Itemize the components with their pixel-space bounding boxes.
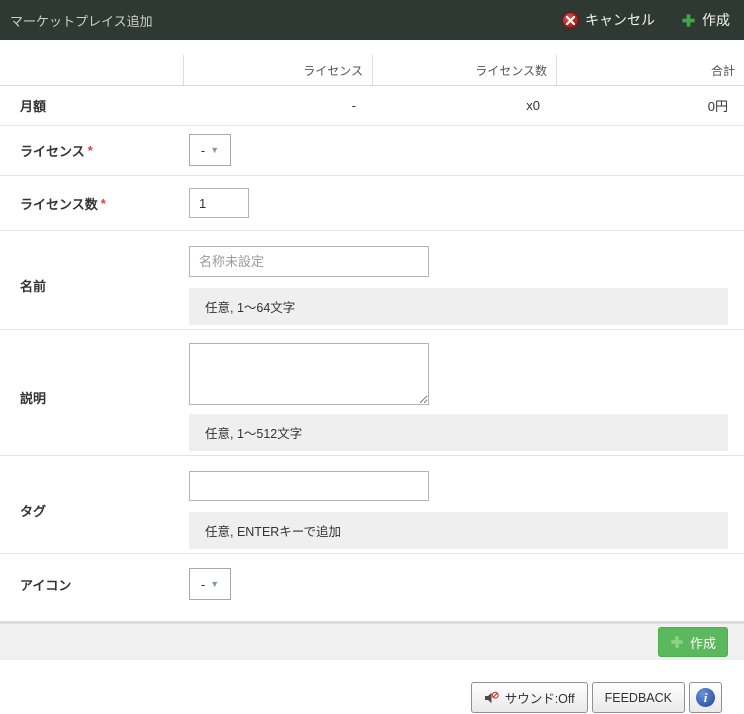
chevron-down-icon: ▼ bbox=[210, 580, 219, 589]
monthly-price-label: 月額 bbox=[0, 96, 183, 115]
cancel-button-label: キャンセル bbox=[585, 10, 655, 30]
create-button-bottom[interactable]: 作成 bbox=[658, 627, 728, 657]
license-count-label-text: ライセンス数 bbox=[20, 194, 98, 213]
license-count-row: ライセンス数* bbox=[0, 175, 744, 231]
page-footer: サウンド:Off FEEDBACK i bbox=[0, 660, 744, 714]
info-icon: i bbox=[696, 688, 715, 707]
cancel-x-icon bbox=[562, 12, 579, 29]
monthly-price-row: 月額 - x0 0円 bbox=[0, 86, 744, 125]
create-button-bottom-label: 作成 bbox=[690, 633, 716, 652]
chevron-down-icon: ▼ bbox=[210, 146, 219, 155]
cancel-button[interactable]: キャンセル bbox=[562, 10, 655, 30]
description-hint: 任意, 1〜512文字 bbox=[189, 414, 728, 451]
license-label-text: ライセンス bbox=[20, 141, 85, 160]
summary-col-license: ライセンス bbox=[183, 55, 372, 85]
monthly-license-count-value: x0 bbox=[372, 98, 556, 113]
summary-col-license-count: ライセンス数 bbox=[372, 55, 556, 85]
page-title: マーケットプレイス追加 bbox=[10, 11, 153, 30]
icon-select[interactable]: - ▼ bbox=[189, 568, 231, 600]
summary-col-total: 合計 bbox=[556, 55, 744, 85]
monthly-total-value: 0円 bbox=[556, 96, 744, 115]
name-label: 名前 bbox=[0, 246, 189, 325]
license-select-value: - bbox=[201, 143, 205, 158]
name-hint: 任意, 1〜64文字 bbox=[189, 288, 728, 325]
required-marker: * bbox=[101, 196, 106, 211]
name-input[interactable] bbox=[189, 246, 429, 277]
feedback-label: FEEDBACK bbox=[605, 691, 672, 705]
sound-toggle-label: サウンド:Off bbox=[505, 688, 575, 707]
feedback-button[interactable]: FEEDBACK bbox=[592, 682, 685, 713]
monthly-license-value: - bbox=[183, 98, 372, 113]
tag-hint: 任意, ENTERキーで追加 bbox=[189, 512, 728, 549]
speaker-muted-icon bbox=[484, 691, 499, 705]
license-count-input[interactable] bbox=[189, 188, 249, 218]
description-label: 説明 bbox=[0, 343, 189, 451]
title-bar-actions: キャンセル 作成 bbox=[562, 10, 730, 30]
tag-row: タグ 任意, ENTERキーで追加 bbox=[0, 455, 744, 553]
tag-label-text: タグ bbox=[20, 501, 46, 520]
name-label-text: 名前 bbox=[20, 276, 46, 295]
title-bar: マーケットプレイス追加 キャンセル 作成 bbox=[0, 0, 744, 40]
create-button-top-label: 作成 bbox=[702, 10, 730, 30]
action-bar: 作成 bbox=[0, 621, 744, 660]
name-row: 名前 任意, 1〜64文字 bbox=[0, 230, 744, 329]
sound-toggle-button[interactable]: サウンド:Off bbox=[471, 682, 588, 713]
license-select[interactable]: - ▼ bbox=[189, 134, 231, 166]
icon-label-text: アイコン bbox=[20, 575, 71, 594]
price-summary-table: ライセンス ライセンス数 合計 月額 - x0 0円 bbox=[0, 55, 744, 125]
plus-icon bbox=[670, 635, 684, 649]
info-button[interactable]: i bbox=[689, 682, 722, 713]
license-row: ライセンス* - ▼ bbox=[0, 125, 744, 175]
tag-input[interactable] bbox=[189, 471, 429, 501]
summary-col-empty bbox=[0, 55, 183, 85]
license-count-label: ライセンス数* bbox=[0, 176, 189, 231]
icon-label: アイコン bbox=[0, 568, 189, 600]
description-textarea[interactable] bbox=[189, 343, 429, 405]
plus-icon bbox=[681, 13, 696, 28]
icon-select-value: - bbox=[201, 577, 205, 592]
license-label: ライセンス* bbox=[0, 126, 189, 175]
description-label-text: 説明 bbox=[20, 388, 46, 407]
description-row: 説明 任意, 1〜512文字 bbox=[0, 329, 744, 455]
price-summary-header-row: ライセンス ライセンス数 合計 bbox=[0, 55, 744, 86]
create-button-top[interactable]: 作成 bbox=[681, 10, 730, 30]
icon-row: アイコン - ▼ bbox=[0, 553, 744, 621]
required-marker: * bbox=[88, 143, 93, 158]
tag-label: タグ bbox=[0, 471, 189, 549]
